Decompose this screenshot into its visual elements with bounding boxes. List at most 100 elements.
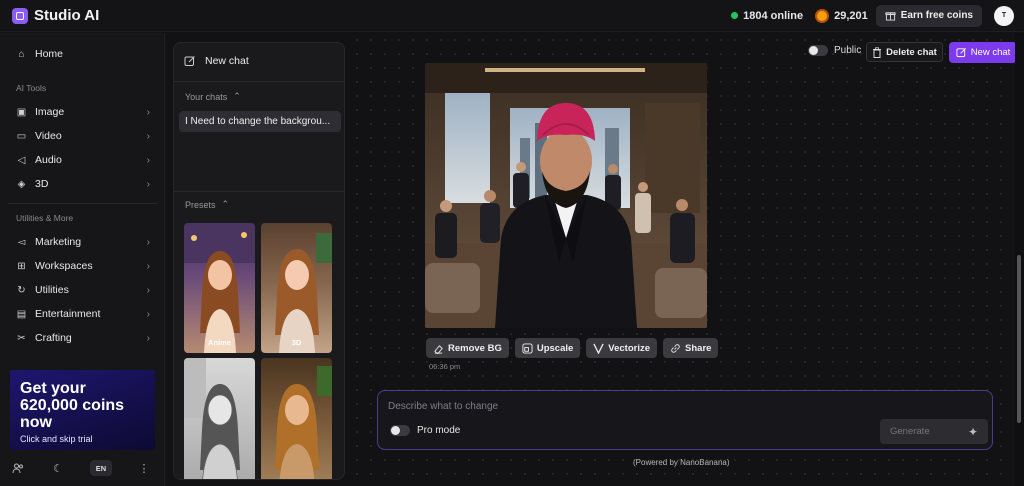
language-button[interactable]: EN xyxy=(90,460,112,476)
sidebar-item-video[interactable]: ▭ Video › xyxy=(8,125,158,147)
sidebar-item-workspaces[interactable]: ⊞ Workspaces › xyxy=(8,255,158,277)
chevron-right-icon: › xyxy=(146,284,150,296)
chevron-right-icon: › xyxy=(146,154,150,166)
preset-painting[interactable] xyxy=(261,358,332,479)
utilities-icon: ↻ xyxy=(17,284,26,296)
sidebar-item-label: Image xyxy=(35,106,65,118)
generated-image[interactable] xyxy=(425,63,707,328)
delete-chat-button[interactable]: Delete chat xyxy=(866,42,943,62)
preset-3d-image xyxy=(275,233,332,353)
share-button[interactable]: Share xyxy=(663,338,719,358)
sidebar-item-label: Marketing xyxy=(35,236,82,248)
moon-icon[interactable]: ☾ xyxy=(50,460,66,476)
sidebar-item-label: Audio xyxy=(35,154,62,166)
chevron-right-icon: › xyxy=(146,332,150,344)
generate-button[interactable]: Generate ✦ xyxy=(880,419,988,444)
logo-icon xyxy=(12,7,28,24)
preset-label: Anime xyxy=(208,338,231,347)
presets-header[interactable]: Presets ⌃ xyxy=(185,199,229,210)
generate-label: Generate xyxy=(890,426,930,437)
your-chats-header[interactable]: Your chats ⌃ xyxy=(185,91,241,102)
sidebar-item-label: Crafting xyxy=(35,332,72,344)
vectorize-label: Vectorize xyxy=(608,342,651,354)
app-title: Studio AI xyxy=(34,7,100,24)
sidebar-divider xyxy=(8,203,158,204)
sidebar-item-label: Utilities xyxy=(35,284,69,296)
more-vertical-icon[interactable]: ⋮ xyxy=(136,460,152,476)
chat-panel: New chat Your chats ⌃ I Need to change t… xyxy=(173,42,345,480)
scissors-icon: ✂ xyxy=(17,332,26,344)
preset-painting-image xyxy=(275,366,332,479)
sidebar-item-marketing[interactable]: ◅ Marketing › xyxy=(8,231,158,253)
promo-subtitle: Click and skip trial xyxy=(20,434,93,444)
prompt-input[interactable] xyxy=(388,401,868,412)
your-chats-label: Your chats xyxy=(185,91,228,102)
prompt-box: Pro mode Generate ✦ xyxy=(377,390,993,450)
vectorize-button[interactable]: Vectorize xyxy=(586,338,658,358)
upscale-icon xyxy=(522,342,533,354)
sidebar-item-audio[interactable]: ◁ Audio › xyxy=(8,149,158,171)
sidebar-item-crafting[interactable]: ✂ Crafting › xyxy=(8,327,158,349)
remove-bg-label: Remove BG xyxy=(448,342,502,354)
sidebar-item-utilities[interactable]: ↻ Utilities › xyxy=(8,279,158,301)
upscale-button[interactable]: Upscale xyxy=(514,338,581,358)
users-icon[interactable] xyxy=(10,460,26,476)
powered-by-text: (Powered by NanoBanana) xyxy=(633,458,730,467)
section-label-ai-tools: AI Tools xyxy=(16,83,47,93)
panel-divider xyxy=(174,81,344,82)
image-actions: Remove BG Upscale Vectorize Share xyxy=(426,338,719,358)
chevron-right-icon: › xyxy=(146,236,150,248)
section-label-utilities: Utilities & More xyxy=(16,213,74,223)
chevron-right-icon: › xyxy=(146,178,150,190)
vector-icon xyxy=(593,343,604,354)
top-bar: Studio AI 1804 online 29,201 Earn free c… xyxy=(0,0,1024,32)
presets-label: Presets xyxy=(185,199,216,210)
pro-mode-toggle[interactable]: Pro mode xyxy=(390,425,460,436)
sidebar-item-label: Workspaces xyxy=(35,260,93,272)
megaphone-icon: ◅ xyxy=(17,236,26,248)
user-avatar[interactable]: T xyxy=(994,5,1014,26)
sparkle-icon: ✦ xyxy=(967,424,978,439)
sidebar-item-label: Entertainment xyxy=(35,308,101,320)
chevron-up-icon: ⌃ xyxy=(221,199,230,209)
preset-sketch-image xyxy=(184,358,240,479)
sidebar-item-label: 3D xyxy=(35,178,49,190)
chat-list-item[interactable]: I Need to change the backgrou... xyxy=(179,111,341,132)
sidebar-item-label: Video xyxy=(35,130,62,142)
scrollbar[interactable] xyxy=(1015,33,1024,486)
chevron-right-icon: › xyxy=(146,106,150,118)
sidebar-footer: ☾ EN ⋮ xyxy=(0,453,165,483)
public-toggle[interactable]: Public xyxy=(808,45,861,56)
preset-3d[interactable]: 3D xyxy=(261,223,332,353)
home-icon: ⌂ xyxy=(18,48,25,60)
grid-icon: ⊞ xyxy=(17,260,26,272)
sidebar-item-label: Home xyxy=(35,48,64,60)
chevron-right-icon: › xyxy=(146,130,150,142)
chevron-up-icon: ⌃ xyxy=(233,91,241,101)
entertainment-icon: ▤ xyxy=(16,308,27,320)
new-chat-button[interactable]: New chat xyxy=(949,42,1017,63)
earn-free-coins-button[interactable]: Earn free coins xyxy=(875,4,982,27)
coin-balance-text: 29,201 xyxy=(834,9,868,22)
preset-anime[interactable]: Anime xyxy=(184,223,255,353)
app-logo[interactable]: Studio AI xyxy=(12,7,99,24)
remove-bg-button[interactable]: Remove BG xyxy=(426,338,509,358)
sidebar-item-home[interactable]: ⌂ Home xyxy=(8,43,158,65)
preset-sketch[interactable] xyxy=(184,358,255,479)
preset-anime-image xyxy=(184,223,255,353)
sidebar-item-3d[interactable]: ◈ 3D › xyxy=(8,173,158,195)
delete-chat-label: Delete chat xyxy=(886,46,937,58)
earn-free-coins-label: Earn free coins xyxy=(900,10,973,21)
sidebar-item-image[interactable]: ▣ Image › xyxy=(8,101,158,123)
sidebar-item-entertainment[interactable]: ▤ Entertainment › xyxy=(8,303,158,325)
eraser-icon xyxy=(434,344,443,354)
link-icon xyxy=(671,343,680,353)
trash-icon xyxy=(873,46,882,58)
online-status-icon xyxy=(731,12,739,19)
promo-banner[interactable]: Get your 620,000 coins now Click and ski… xyxy=(10,370,155,450)
message-timestamp: 06:36 pm xyxy=(429,362,461,371)
pro-mode-switch[interactable] xyxy=(390,425,410,436)
public-switch[interactable] xyxy=(808,45,828,56)
new-chat-item[interactable]: New chat xyxy=(184,55,249,67)
scroll-thumb[interactable] xyxy=(1017,255,1021,423)
